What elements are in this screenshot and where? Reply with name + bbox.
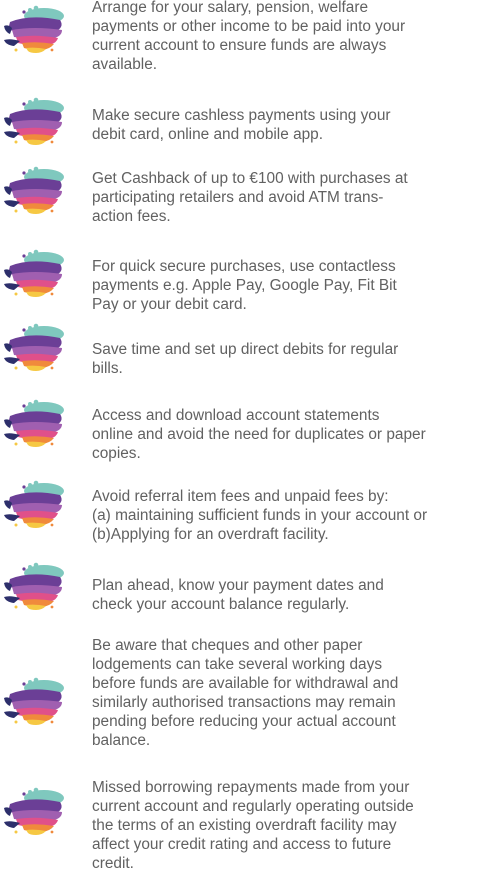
tip-text: Get Cashback of up to €100 with purchase…: [92, 170, 408, 225]
tip-text: Be aware that cheques and other paper lo…: [92, 637, 399, 749]
colorful-layered-blob-icon: [0, 561, 68, 613]
colorful-layered-blob-icon: [0, 479, 68, 531]
colorful-layered-blob-icon: [0, 4, 68, 56]
colorful-layered-blob-icon: [0, 676, 68, 728]
tip-text: Avoid referral item fees and unpaid fees…: [92, 488, 428, 543]
tip-text: For quick secure purchases, use contactl…: [92, 258, 397, 313]
colorful-layered-blob-icon: [0, 96, 68, 148]
tip-text: Missed borrowing repayments made from yo…: [92, 779, 414, 872]
tip-text: Arrange for your salary, pension, welfar…: [92, 0, 406, 73]
tip-text: Access and download account statements o…: [92, 407, 426, 462]
colorful-layered-blob-icon: [0, 322, 68, 374]
colorful-layered-blob-icon: [0, 398, 68, 450]
tip-text: Make secure cashless payments using your…: [92, 107, 391, 143]
colorful-layered-blob-icon: [0, 248, 68, 300]
tip-text: Plan ahead, know your payment dates and …: [92, 577, 384, 613]
colorful-layered-blob-icon: [0, 165, 68, 217]
tip-text: Save time and set up direct debits for r…: [92, 341, 399, 377]
colorful-layered-blob-icon: [0, 786, 68, 838]
